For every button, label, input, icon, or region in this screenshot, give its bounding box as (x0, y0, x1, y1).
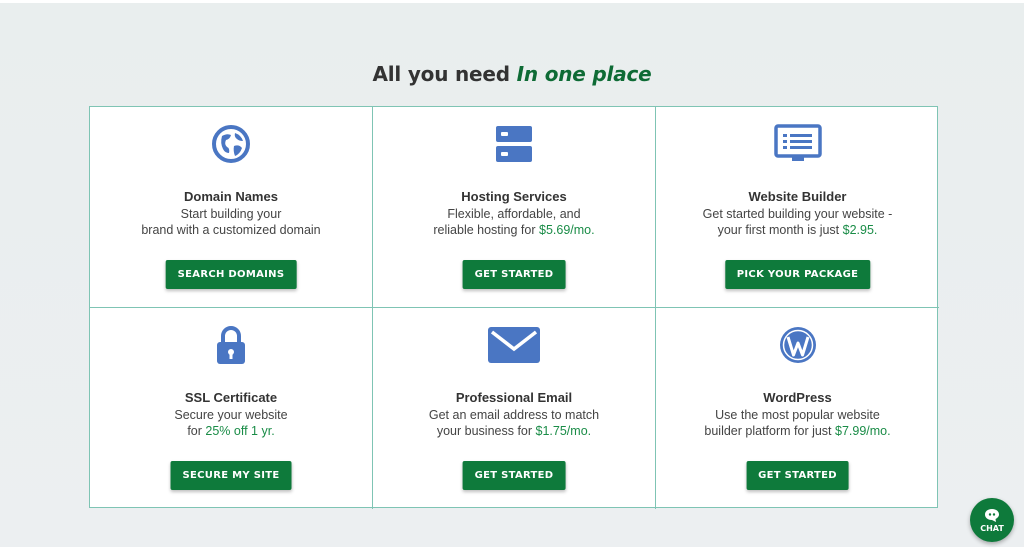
services-grid: Domain Names Start building your brand w… (89, 106, 939, 509)
card-desc-line2-text: brand with a customized domain (141, 223, 321, 237)
section-headline: All you need In one place (0, 62, 1024, 86)
chat-bubble-icon (985, 508, 999, 522)
wordpress-get-started-button[interactable]: GET STARTED (746, 461, 849, 490)
card-desc-line2-text: your first month is just (717, 223, 840, 237)
card-title: Website Builder (748, 189, 847, 204)
card-description: Start building your brand with a customi… (110, 206, 352, 238)
card-desc-line2-text: for (187, 424, 202, 438)
lock-icon (90, 324, 372, 366)
secure-my-site-button[interactable]: SECURE MY SITE (170, 461, 292, 490)
card-desc-line1: Secure your website (174, 408, 288, 422)
card-wordpress: WordPress Use the most popular website b… (656, 308, 939, 509)
monitor-icon (656, 123, 939, 165)
card-description: Flexible, affordable, and reliable hosti… (393, 206, 635, 238)
email-get-started-button[interactable]: GET STARTED (462, 461, 566, 490)
hosting-get-started-button[interactable]: GET STARTED (462, 260, 566, 289)
card-title: Domain Names (184, 189, 278, 204)
card-price: $7.99/mo. (835, 424, 891, 438)
wordpress-icon (656, 324, 939, 366)
card-desc-line2: brand with a customized domain (110, 222, 352, 238)
card-desc-line2-text: builder platform for just (704, 424, 832, 438)
card-ssl-certificate: SSL Certificate Secure your website for … (90, 308, 373, 509)
card-desc-line2: your business for $1.75/mo. (393, 423, 635, 439)
card-desc-line2-text: your business for (436, 424, 533, 438)
card-title: Professional Email (455, 390, 573, 405)
globe-icon (90, 123, 372, 165)
card-domain-names: Domain Names Start building your brand w… (90, 107, 373, 308)
card-title: WordPress (763, 390, 832, 405)
card-price: $2.95. (842, 223, 878, 237)
card-price: 25% off 1 yr. (205, 424, 275, 438)
card-desc-line2: reliable hosting for $5.69/mo. (393, 222, 635, 238)
card-desc-line2: builder platform for just $7.99/mo. (676, 423, 919, 439)
headline-accent: In one place (516, 62, 652, 86)
card-description: Get an email address to match your busin… (393, 407, 635, 439)
card-hosting-services: Hosting Services Flexible, affordable, a… (373, 107, 656, 308)
card-title: SSL Certificate (184, 390, 278, 405)
card-price: $5.69/mo. (539, 223, 595, 237)
card-website-builder: Website Builder Get started building you… (656, 107, 939, 308)
chat-label: CHAT (980, 523, 1004, 533)
card-desc-line1: Get started building your website - (702, 207, 893, 221)
card-desc-line1: Flexible, affordable, and (447, 207, 581, 221)
chat-button[interactable]: CHAT (970, 498, 1014, 542)
card-desc-line2: for 25% off 1 yr. (110, 423, 352, 439)
card-desc-line2: your first month is just $2.95. (676, 222, 919, 238)
card-description: Get started building your website - your… (676, 206, 919, 238)
pick-your-package-button[interactable]: PICK YOUR PACKAGE (724, 260, 871, 289)
card-professional-email: Professional Email Get an email address … (373, 308, 656, 509)
card-title: Hosting Services (461, 189, 567, 204)
card-desc-line1: Use the most popular website (715, 408, 880, 422)
search-domains-button[interactable]: SEARCH DOMAINS (165, 260, 297, 289)
card-desc-line1: Get an email address to match (428, 408, 600, 422)
headline-prefix: All you need (372, 62, 510, 86)
card-desc-line1: Start building your (180, 207, 282, 221)
envelope-icon (373, 324, 655, 366)
server-icon (373, 123, 655, 165)
card-desc-line2-text: reliable hosting for (433, 223, 536, 237)
card-description: Secure your website for 25% off 1 yr. (110, 407, 352, 439)
card-description: Use the most popular website builder pla… (676, 407, 919, 439)
card-price: $1.75/mo. (535, 424, 592, 438)
